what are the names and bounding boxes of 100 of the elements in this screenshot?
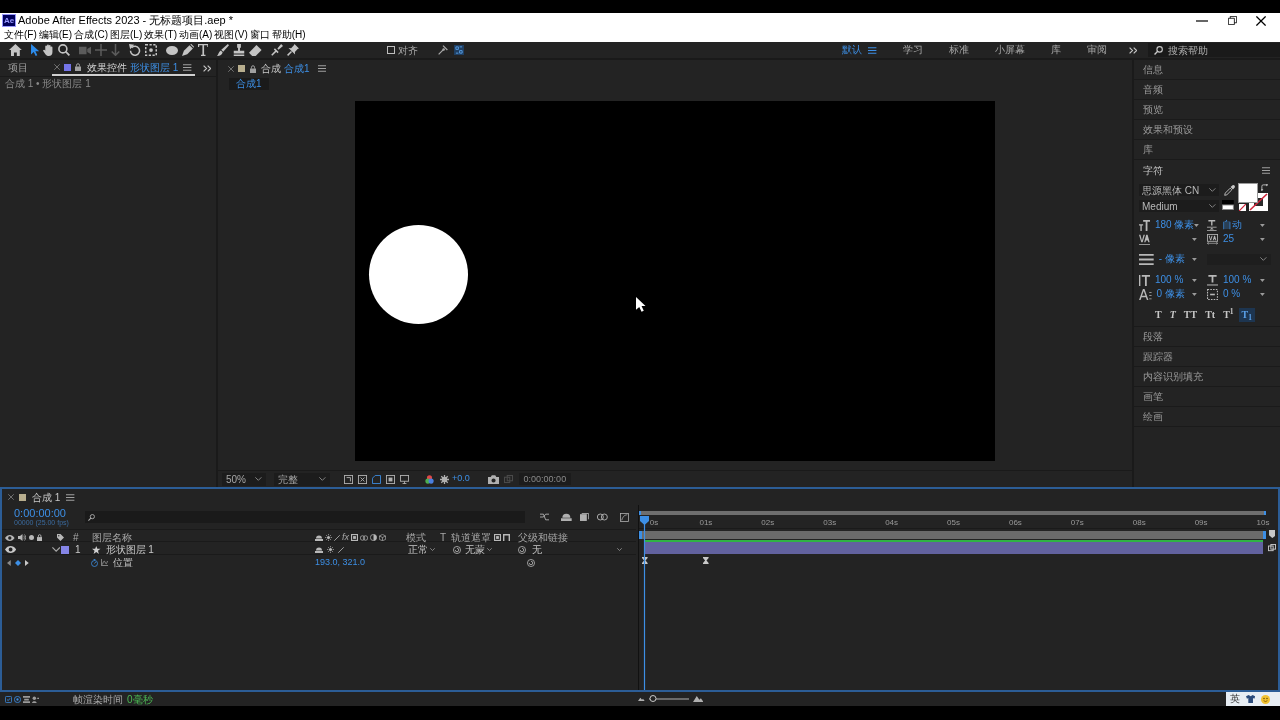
color-channels-icon[interactable]: [425, 474, 434, 484]
text-tool-icon[interactable]: [197, 44, 209, 56]
panel-tab[interactable]: 合成 1: [8, 489, 75, 505]
help-search-field[interactable]: 搜索帮助: [1148, 43, 1280, 57]
eyedropper-icon[interactable]: [1224, 185, 1235, 196]
eye-icon[interactable]: [5, 546, 17, 553]
baseline-shift-value[interactable]: 0 像素: [1156, 287, 1185, 301]
keyframe-diamond-icon[interactable]: [14, 559, 21, 566]
small-mountain-icon[interactable]: [638, 697, 645, 701]
menu-icon[interactable]: [1261, 166, 1270, 174]
no-color-swatch-icon[interactable]: [1239, 204, 1246, 211]
ellipse-icon[interactable]: [165, 45, 178, 55]
arrow-pointer-icon[interactable]: [30, 44, 40, 56]
leading-icon[interactable]: [1207, 219, 1217, 231]
sun-icon[interactable]: [327, 546, 334, 553]
panel-tab[interactable]: 效果控件 形状图层 1: [52, 60, 195, 76]
double-chevron-icon[interactable]: [202, 64, 211, 72]
mask-path-icon[interactable]: [372, 474, 381, 484]
rotate-icon[interactable]: [128, 44, 141, 56]
minimize-icon[interactable]: [1196, 19, 1208, 22]
snap-checkbox[interactable]: [386, 46, 395, 54]
panel-header[interactable]: 效果和预设: [1134, 120, 1280, 140]
pushpin-icon[interactable]: [286, 44, 299, 56]
layer-name[interactable]: 形状图层 1: [105, 542, 154, 557]
marker-icon[interactable]: [1268, 530, 1276, 538]
stacked-bars-icon[interactable]: [23, 695, 30, 703]
dropdown-arrow-icon[interactable]: [1260, 223, 1265, 227]
overlapping-circles-icon[interactable]: [596, 513, 608, 521]
vertical-scale-value[interactable]: 100 %: [1155, 273, 1184, 287]
tsume-icon[interactable]: [1207, 288, 1218, 300]
dropdown-arrow-icon[interactable]: [1192, 278, 1197, 282]
vertical-scale-icon[interactable]: [1139, 274, 1150, 286]
dashed-square-icon[interactable]: [144, 44, 157, 56]
swap-colors-icon[interactable]: [1261, 184, 1268, 191]
tracking-value[interactable]: 25: [1223, 232, 1235, 246]
workspace-tab[interactable]: 审阅: [1086, 43, 1107, 57]
menu-icon[interactable]: [317, 65, 326, 72]
leading-value[interactable]: 自动: [1221, 218, 1242, 232]
workspace-tab[interactable]: 库: [1050, 43, 1061, 57]
parent-dropdown[interactable]: 无: [530, 544, 626, 555]
workspace-tab[interactable]: 学习: [902, 43, 923, 57]
tracking-icon[interactable]: [1207, 233, 1218, 245]
exposure-value[interactable]: +0.0: [452, 472, 470, 486]
panel-header[interactable]: 绘画: [1134, 407, 1280, 427]
next-keyframe-icon[interactable]: [24, 559, 29, 566]
workspace-tab[interactable]: 默认: [842, 43, 863, 57]
text-style-button[interactable]: T: [1166, 308, 1179, 322]
stacked-frames-icon[interactable]: [579, 513, 589, 521]
playhead[interactable]: [640, 516, 649, 690]
horizontal-scale-value[interactable]: 100 %: [1223, 273, 1252, 287]
target-circle-icon[interactable]: [14, 695, 21, 703]
panel-header[interactable]: 内容识别填充: [1134, 367, 1280, 387]
dome-icon[interactable]: [561, 513, 572, 521]
roto-brush-icon[interactable]: [270, 44, 283, 56]
panel-header[interactable]: 段落: [1134, 327, 1280, 347]
menu-icon[interactable]: [66, 493, 75, 501]
menu-item[interactable]: 图层(L): [110, 28, 143, 42]
font-style-dropdown[interactable]: Medium: [1139, 200, 1219, 212]
flowchart-icon[interactable]: [540, 513, 550, 521]
smiley-icon[interactable]: [1261, 694, 1271, 704]
dropdown-arrow-icon[interactable]: [1192, 237, 1197, 241]
fill-color-swatch-icon[interactable]: [1238, 183, 1258, 203]
workspace-tab[interactable]: 标准: [948, 43, 969, 57]
stroke-width-icon[interactable]: [1139, 253, 1154, 265]
expand-caret-icon[interactable]: [52, 547, 61, 552]
resolution-dropdown[interactable]: 完整: [274, 472, 330, 486]
workspace-menu-icon[interactable]: [868, 46, 877, 54]
blend-mode-dropdown[interactable]: 正常: [408, 542, 435, 557]
menu-item[interactable]: 动画(A): [179, 28, 213, 42]
font-size-value[interactable]: 180 像素: [1155, 218, 1195, 232]
menu-item[interactable]: 效果(T): [144, 28, 178, 42]
dropdown-arrow-icon[interactable]: [1260, 292, 1265, 296]
default-colors-icon[interactable]: [1222, 200, 1234, 210]
eraser-icon[interactable]: [249, 44, 262, 56]
dropdown-arrow-icon[interactable]: [1192, 292, 1197, 296]
baseline-shift-icon[interactable]: [1139, 288, 1152, 300]
stamp-icon[interactable]: [233, 44, 246, 56]
kerning-icon[interactable]: [1139, 233, 1150, 245]
overlapping-squares-icon[interactable]: [1268, 544, 1276, 552]
font-family-dropdown[interactable]: 思源黑体 CN: [1139, 184, 1219, 196]
panel-header[interactable]: 跟踪器: [1134, 347, 1280, 367]
menu-item[interactable]: 窗口: [249, 28, 270, 42]
menu-icon[interactable]: [183, 63, 192, 71]
ime-mode-indicator[interactable]: 英: [1230, 692, 1240, 706]
keyframe-icon[interactable]: [642, 557, 648, 564]
panel-header[interactable]: 信息: [1134, 60, 1280, 80]
graph-icon[interactable]: [101, 559, 108, 566]
pen-nib-icon[interactable]: [181, 44, 194, 56]
lock-icon[interactable]: [75, 63, 81, 71]
tsume-value[interactable]: 0 %: [1223, 287, 1241, 301]
text-style-button[interactable]: T: [1152, 308, 1165, 322]
text-style-button[interactable]: T$^{1}$: [1220, 308, 1237, 322]
stroke-width-value[interactable]: - 像素: [1158, 252, 1185, 266]
panel-header[interactable]: 库: [1134, 140, 1280, 160]
slider-thumb[interactable]: [650, 695, 657, 702]
pickwhip-icon[interactable]: [518, 545, 526, 554]
current-time[interactable]: 0:00:00:00: [14, 507, 83, 519]
dropdown-arrow-icon[interactable]: [1260, 237, 1265, 241]
pickwhip-icon[interactable]: [453, 545, 461, 554]
large-mountain-icon[interactable]: [692, 696, 704, 702]
